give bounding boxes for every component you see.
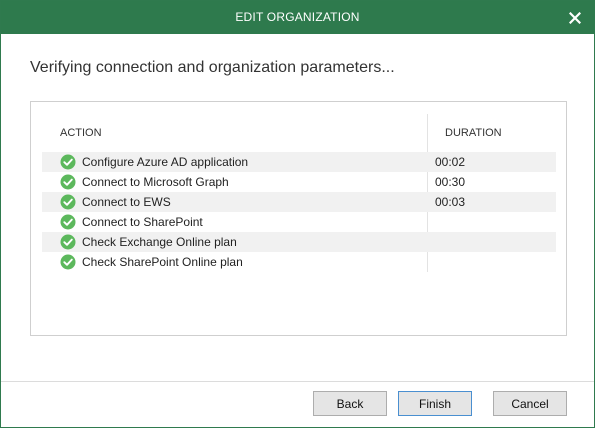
check-circle-icon bbox=[60, 194, 76, 210]
duration-value: 00:30 bbox=[435, 175, 466, 189]
check-circle-icon bbox=[60, 154, 76, 170]
cancel-button[interactable]: Cancel bbox=[493, 391, 567, 416]
check-circle-icon bbox=[60, 214, 76, 230]
actions-list: Configure Azure AD application 00:02 Conne… bbox=[42, 152, 556, 272]
title-bar: EDIT ORGANIZATION bbox=[1, 1, 594, 34]
column-header-action: ACTION bbox=[60, 127, 102, 139]
check-circle-icon bbox=[60, 174, 76, 190]
table-row[interactable]: Connect to Microsoft Graph 00:30 bbox=[42, 172, 556, 192]
table-row[interactable]: Connect to EWS 00:03 bbox=[42, 192, 556, 212]
table-row[interactable]: Configure Azure AD application 00:02 bbox=[42, 152, 556, 172]
back-button[interactable]: Back bbox=[313, 391, 387, 416]
table-row[interactable]: Check Exchange Online plan bbox=[42, 232, 556, 252]
action-label: Configure Azure AD application bbox=[82, 155, 249, 169]
footer-divider bbox=[1, 381, 594, 382]
action-label: Check SharePoint Online plan bbox=[82, 255, 243, 269]
check-circle-icon bbox=[60, 254, 76, 270]
table-row[interactable]: Connect to SharePoint bbox=[42, 212, 556, 232]
duration-value: 00:03 bbox=[435, 195, 466, 209]
dialog-title: EDIT ORGANIZATION bbox=[235, 10, 360, 24]
action-label: Connect to Microsoft Graph bbox=[82, 175, 229, 189]
column-header-duration: DURATION bbox=[445, 127, 502, 139]
close-icon bbox=[569, 11, 581, 24]
action-label: Check Exchange Online plan bbox=[82, 235, 237, 249]
edit-organization-dialog: EDIT ORGANIZATION Verifying connection a… bbox=[0, 0, 595, 428]
table-row[interactable]: Check SharePoint Online plan bbox=[42, 252, 556, 272]
actions-panel: ACTION DURATION Configure Azure AD appli… bbox=[30, 101, 567, 336]
finish-button[interactable]: Finish bbox=[398, 391, 472, 416]
action-label: Connect to EWS bbox=[82, 195, 171, 209]
action-label: Connect to SharePoint bbox=[82, 215, 203, 229]
page-heading: Verifying connection and organization pa… bbox=[30, 59, 395, 76]
close-button[interactable] bbox=[556, 1, 594, 34]
duration-value: 00:02 bbox=[435, 155, 466, 169]
check-circle-icon bbox=[60, 234, 76, 250]
